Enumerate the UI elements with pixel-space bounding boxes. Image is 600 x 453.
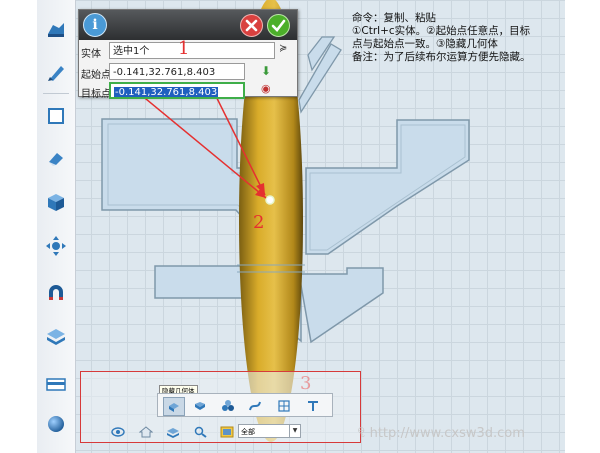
curve-icon[interactable] bbox=[245, 397, 265, 414]
eye-icon[interactable] bbox=[110, 424, 126, 439]
shape-icon[interactable] bbox=[190, 397, 210, 414]
info-icon[interactable]: i bbox=[83, 13, 107, 37]
target-point-row: 目标点 -0.141,32.761,8.403 ◉ bbox=[79, 81, 297, 101]
layers-icon[interactable] bbox=[165, 424, 181, 439]
note-line: ①Ctrl+c实体。②起始点任意点，目标 bbox=[352, 25, 531, 37]
check-icon bbox=[271, 19, 286, 32]
watermark: ꁸ http://www.cxsw3d.com bbox=[357, 425, 525, 441]
image-icon[interactable] bbox=[219, 424, 235, 439]
ok-button[interactable] bbox=[267, 14, 290, 37]
annotation-number: 2 bbox=[253, 212, 265, 233]
assembly-icon[interactable] bbox=[218, 397, 238, 414]
grid-icon[interactable] bbox=[274, 397, 294, 414]
home-icon[interactable] bbox=[138, 424, 154, 439]
panel-icon[interactable] bbox=[41, 369, 71, 399]
filter-value: 全部 bbox=[241, 428, 255, 436]
start-point-field[interactable]: -0.141,32.761,8.403 bbox=[109, 63, 245, 80]
target-point-label: 目标点 bbox=[81, 89, 111, 100]
entity-label: 实体 bbox=[81, 49, 101, 60]
visibility-popup bbox=[157, 393, 333, 417]
eye-icon[interactable]: ◉ bbox=[261, 82, 271, 95]
zoom-icon[interactable] bbox=[193, 424, 209, 439]
hide-geometry-icon[interactable] bbox=[163, 397, 185, 416]
close-icon bbox=[245, 19, 258, 32]
pen-icon[interactable] bbox=[41, 57, 71, 87]
instruction-note: 命令：复制、粘贴 ①Ctrl+c实体。②起始点任意点，目标 点与起始点一致。③隐… bbox=[352, 12, 577, 64]
toolbar-divider bbox=[43, 93, 69, 94]
target-point-value: -0.141,32.761,8.403 bbox=[114, 87, 219, 98]
note-line: 备注：为了后续布尔运算方便先隐藏。 bbox=[352, 51, 531, 63]
watermark-text: http://www.cxsw3d.com bbox=[369, 426, 525, 441]
eraser-icon[interactable] bbox=[41, 143, 71, 173]
sphere-icon[interactable] bbox=[41, 409, 71, 439]
entity-field[interactable]: 选中1个 bbox=[109, 42, 275, 59]
start-point-row: 起始点 -0.141,32.761,8.403 ⬇ bbox=[79, 62, 297, 82]
note-line: 命令：复制、粘贴 bbox=[352, 12, 436, 24]
note-line: 点与起始点一致。③隐藏几何体 bbox=[352, 38, 498, 50]
magnet-icon[interactable] bbox=[41, 278, 71, 308]
layers-icon[interactable] bbox=[41, 321, 71, 351]
annotation-number: 1 bbox=[178, 38, 190, 59]
left-toolbar bbox=[37, 0, 76, 453]
start-point-label: 起始点 bbox=[81, 70, 111, 81]
bottom-toolbar-highlight: 隐藏几何体 全部 ▼ bbox=[80, 371, 361, 443]
watermark-logo-icon: ꁸ bbox=[357, 427, 366, 440]
text-icon[interactable] bbox=[303, 397, 323, 414]
chevron-down-icon[interactable]: ≽ bbox=[279, 43, 287, 54]
chevron-down-icon[interactable]: ▼ bbox=[289, 425, 300, 437]
target-point-field[interactable]: -0.141,32.761,8.403 bbox=[109, 82, 245, 99]
move-icon[interactable] bbox=[41, 231, 71, 261]
sketch-icon[interactable] bbox=[41, 14, 71, 44]
pick-point-icon[interactable]: ⬇ bbox=[261, 64, 271, 78]
square-icon[interactable] bbox=[41, 101, 71, 131]
dialog-titlebar: i bbox=[79, 10, 297, 40]
cancel-button[interactable] bbox=[240, 14, 263, 37]
filter-select[interactable]: 全部 ▼ bbox=[238, 424, 301, 438]
cube-icon[interactable] bbox=[41, 187, 71, 217]
